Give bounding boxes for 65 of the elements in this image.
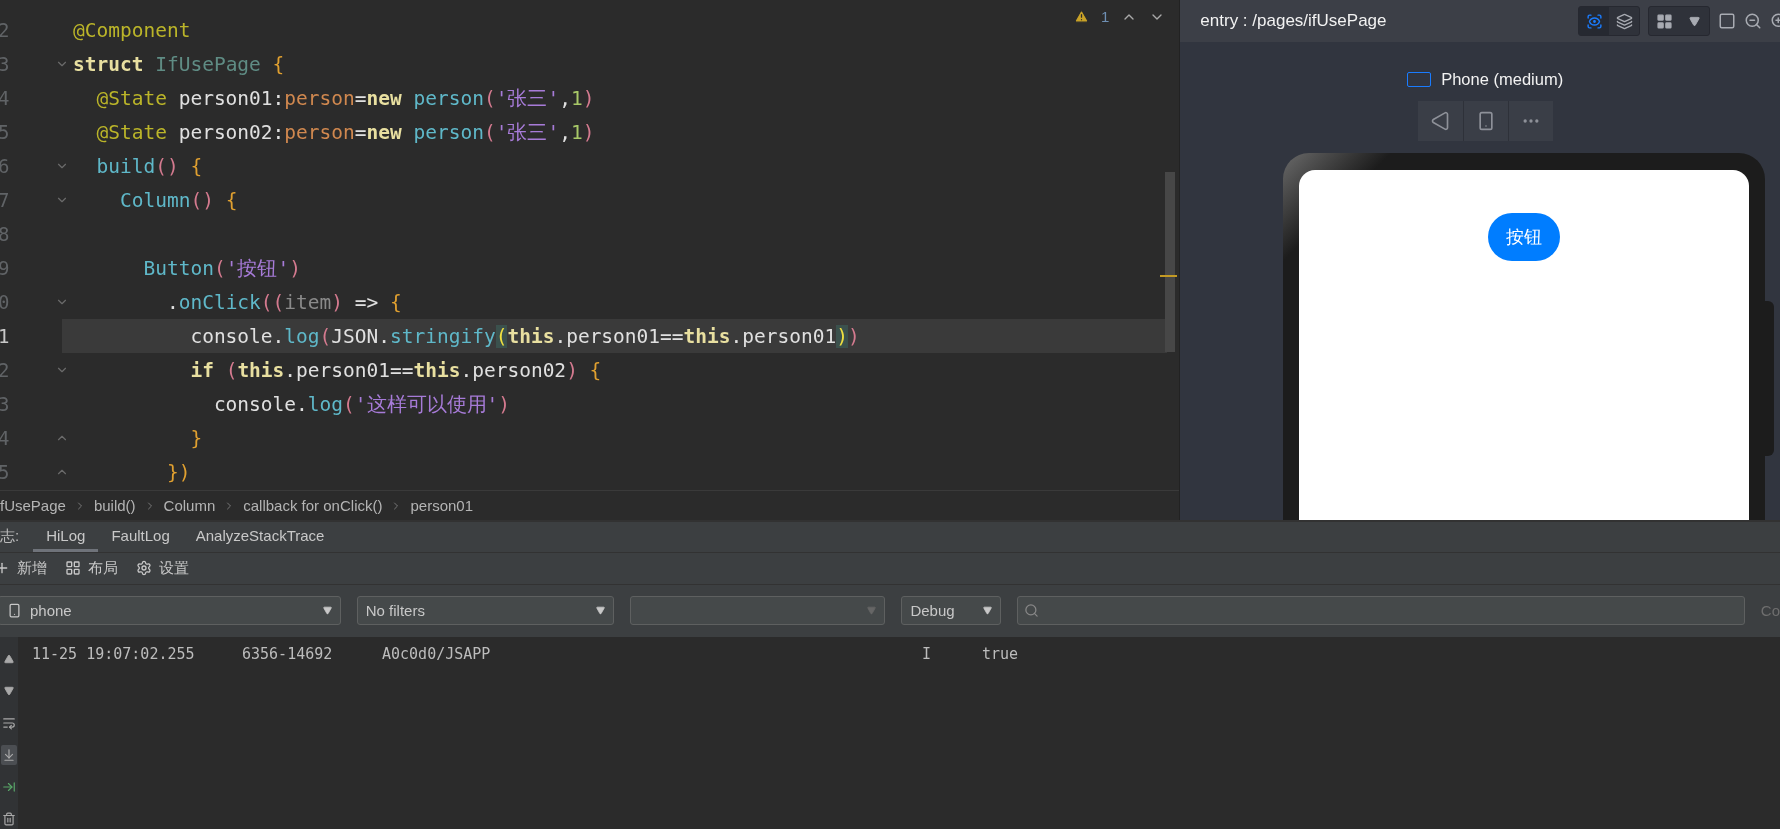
line-number: 9 — [0, 257, 11, 279]
scroll-end-icon[interactable] — [1, 745, 17, 765]
breadcrumb-item[interactable]: build() — [93, 497, 136, 514]
level-dropdown[interactable]: Debug — [901, 596, 1002, 626]
caret-icon — [867, 606, 877, 616]
log-tab[interactable]: AnalyzeStackTrace — [182, 522, 338, 552]
line-number: 5 — [0, 121, 11, 143]
search-field[interactable] — [1017, 596, 1745, 626]
code-line: if (this.person01==this.person02) { — [189, 358, 602, 382]
line-number: 8 — [0, 223, 11, 245]
code-line: struct IfUsePage { — [73, 52, 285, 76]
code-line: Button('按钮') — [142, 255, 301, 282]
search-icon — [1024, 603, 1040, 619]
frame-icon[interactable] — [1718, 12, 1736, 30]
warning-marker[interactable] — [1160, 275, 1178, 277]
code-line: console.log('这样可以使用') — [212, 391, 511, 418]
device-icon — [1407, 72, 1432, 87]
log-message: true — [982, 645, 1020, 663]
line-number: 7 — [0, 189, 11, 211]
log-tab[interactable]: FaultLog — [98, 522, 183, 552]
caret-icon — [595, 606, 605, 616]
warning-count[interactable]: 1 — [1101, 8, 1110, 25]
zoom-out-icon[interactable] — [1744, 12, 1762, 30]
breadcrumb-item[interactable]: fUsePage — [0, 497, 66, 514]
log-tag: A0c0d0/JSAPP — [382, 645, 922, 663]
breadcrumb-item[interactable]: person01 — [410, 497, 474, 514]
code-line: console.log(JSON.stringify(this.person01==this.person01)) — [189, 324, 860, 348]
line-number: 2 — [0, 359, 11, 381]
caret-icon — [983, 606, 993, 616]
settings-icon — [136, 560, 152, 577]
line-number: 0 — [0, 291, 11, 313]
breadcrumb-item[interactable]: callback for onClick() — [243, 497, 383, 514]
line-number: 3 — [0, 393, 11, 415]
filter-dropdown[interactable]: No filters — [356, 596, 614, 626]
grid-icon — [65, 560, 81, 577]
toolbar-button[interactable]: 新增 — [0, 558, 47, 578]
code-line: .onClick((item) => { — [165, 290, 402, 314]
device-dropdown[interactable]: phone — [0, 596, 341, 626]
log-level: I — [922, 645, 933, 663]
code-line: @State person01:person=new person('张三',1) — [95, 85, 595, 112]
code-line: } — [189, 426, 203, 450]
line-number: 6 — [0, 155, 11, 177]
log-time: 11-25 19:07:02.255 — [32, 645, 196, 663]
scrollbar[interactable] — [1165, 172, 1176, 352]
code-line: @Component — [73, 18, 191, 42]
line-number: 3 — [0, 53, 11, 75]
code-line: build() { — [95, 154, 203, 178]
log-pid: 6356-14692 — [242, 645, 334, 663]
phone-icon — [7, 603, 22, 619]
eye-icon[interactable] — [1579, 7, 1609, 35]
code-line: @State person02:person=new person('张三',1) — [95, 119, 595, 146]
line-number: 1 — [0, 325, 11, 347]
code-line: }) — [165, 460, 191, 484]
toolbar-button[interactable]: 布局 — [65, 558, 118, 578]
line-number: 5 — [0, 461, 11, 483]
toolbar-button[interactable]: 设置 — [136, 558, 189, 578]
panel-label: 志: — [0, 526, 20, 547]
page-path: entry : /pages/ifUsePage — [1200, 11, 1388, 31]
screen-button[interactable]: 按钮 — [1488, 213, 1560, 261]
code-line: Column() { — [118, 188, 238, 212]
warning-icon[interactable] — [1074, 9, 1089, 24]
caret-icon — [322, 606, 332, 616]
device-name[interactable]: Phone (medium) — [1441, 70, 1564, 89]
line-number: 2 — [0, 19, 11, 41]
breadcrumb-item[interactable]: Column — [163, 497, 216, 514]
